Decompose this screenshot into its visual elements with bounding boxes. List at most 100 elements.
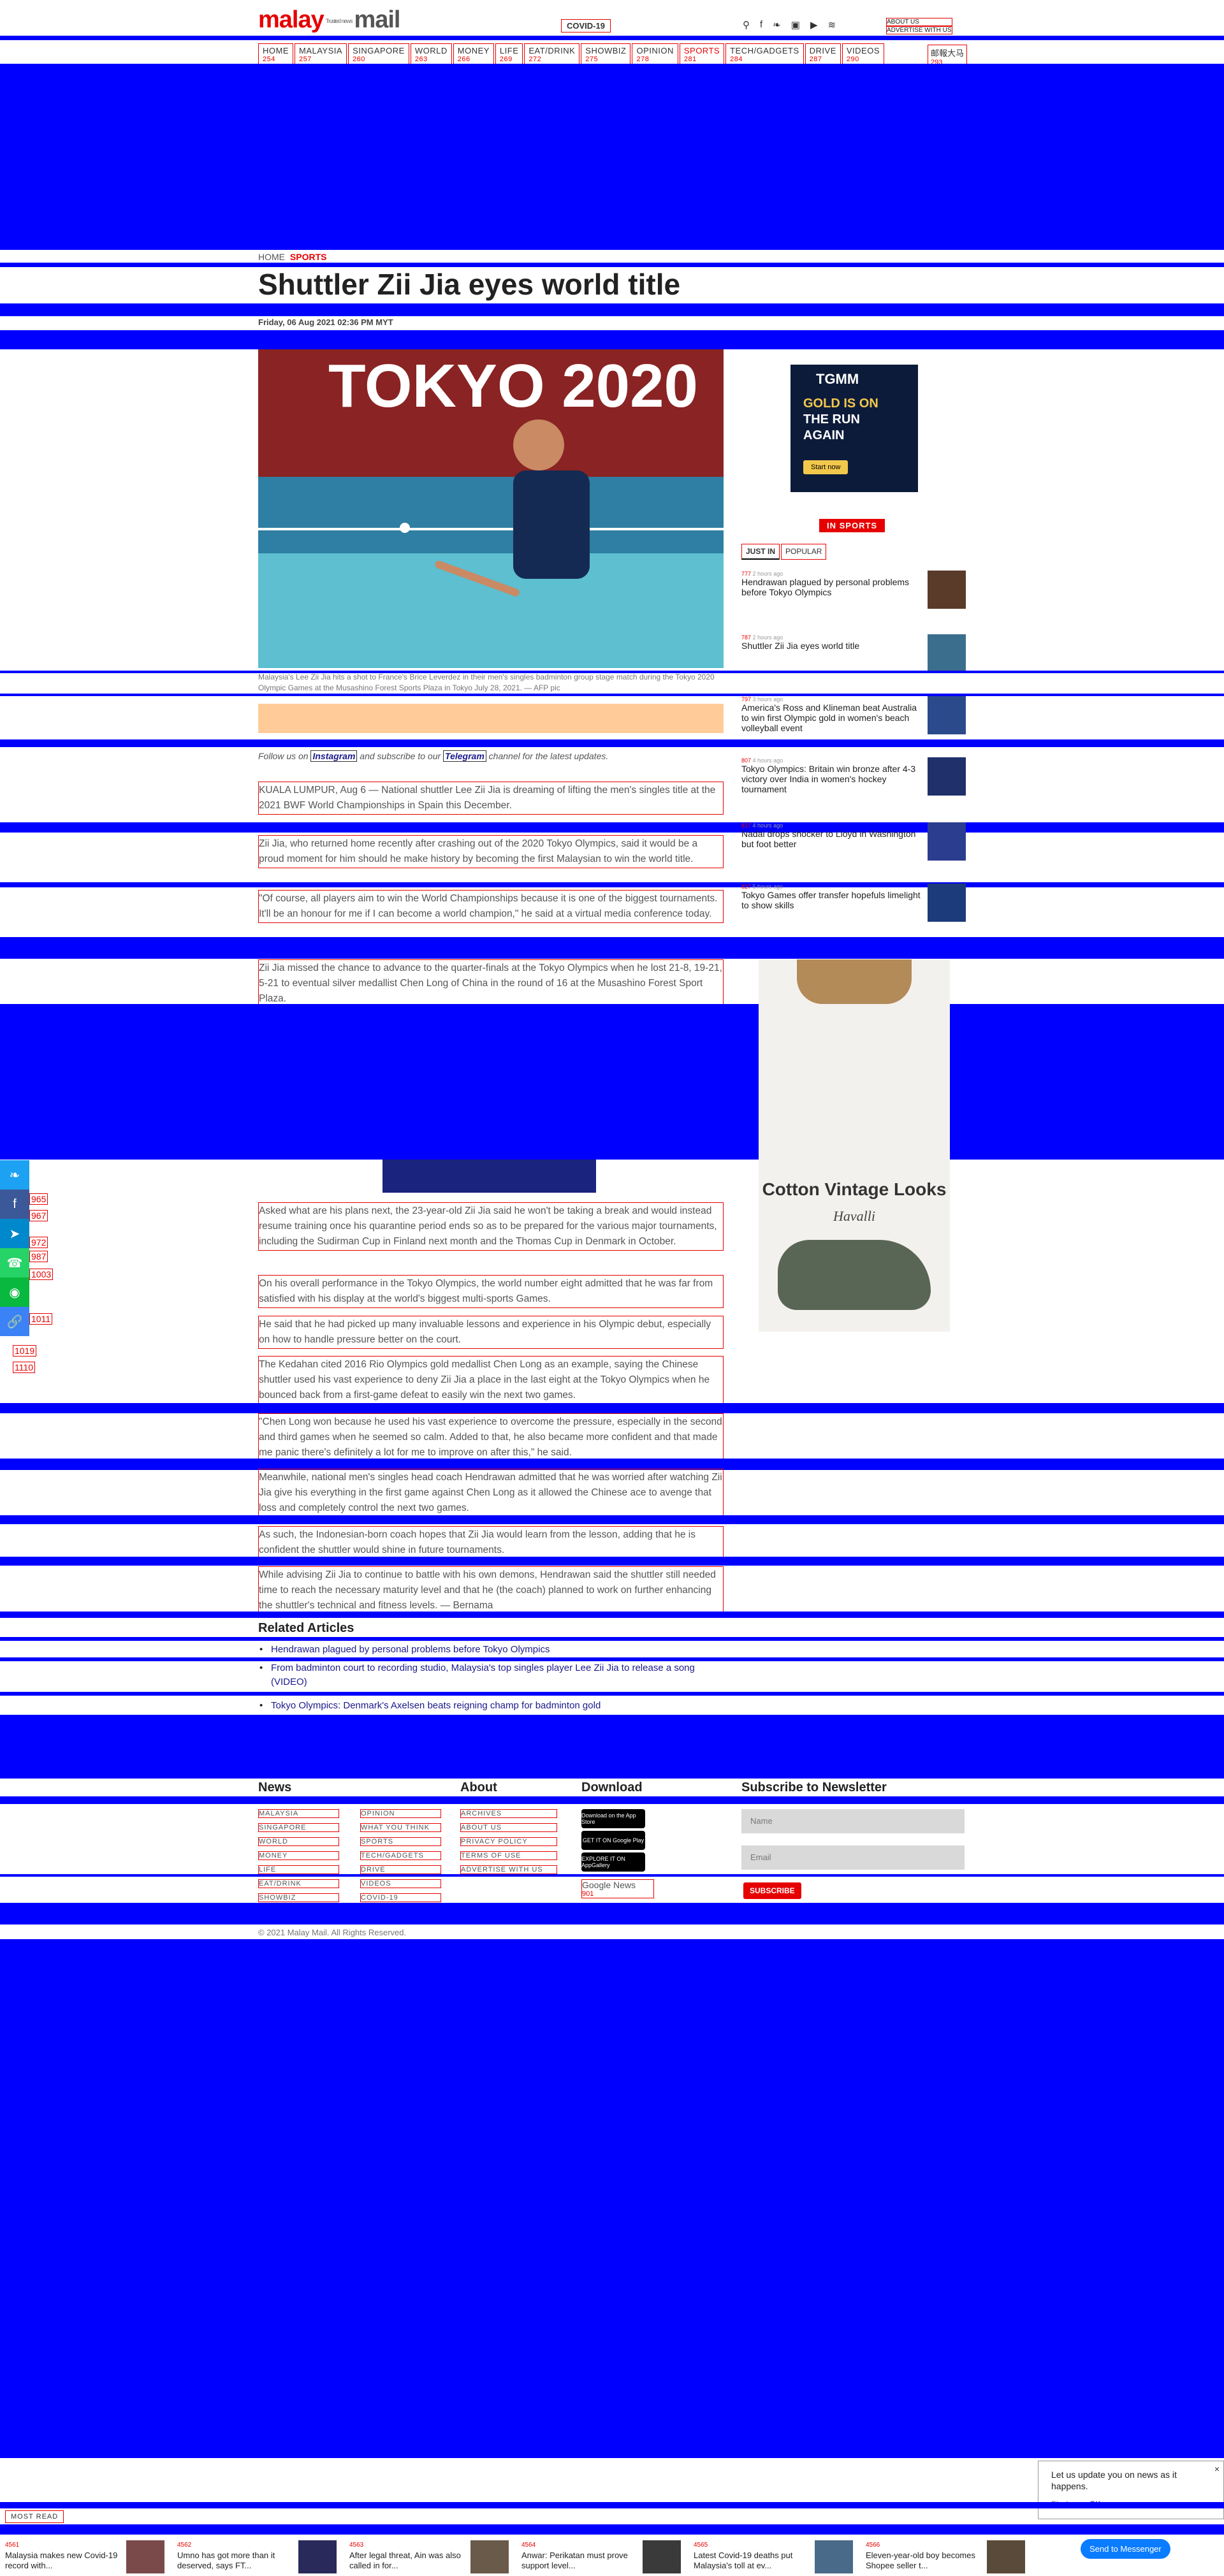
share-facebook-icon[interactable]: f xyxy=(0,1190,29,1219)
footer-link[interactable]: DRIVE xyxy=(360,1865,441,1874)
send-to-messenger-button[interactable]: Send to Messenger xyxy=(1081,2539,1170,2559)
nav-malaysia[interactable]: MALAYSIA 257 xyxy=(295,43,347,66)
mid-ad-banner[interactable] xyxy=(382,1160,596,1193)
popup-close-icon[interactable]: × xyxy=(1214,2464,1220,2474)
footer-link[interactable]: SINGAPORE xyxy=(258,1823,339,1832)
search-icon[interactable]: ⚲ xyxy=(743,19,750,31)
header-about-links: ABOUT US ADVERTISE WITH US xyxy=(886,18,952,34)
share-copy-link-icon[interactable]: 🔗 xyxy=(0,1307,29,1336)
sidebar-story[interactable]: 787 2 hours ago Shuttler Zii Jia eyes wo… xyxy=(741,634,966,673)
nav-singapore[interactable]: SINGAPORE 260 xyxy=(348,43,409,66)
youtube-icon[interactable]: ▶ xyxy=(810,19,818,31)
sidebar-story[interactable]: 777 2 hours ago Hendrawan plagued by per… xyxy=(741,571,966,609)
nav-eat-drink[interactable]: EAT/DRINK 272 xyxy=(524,43,580,66)
subscribe-button[interactable]: SUBSCRIBE xyxy=(743,1882,801,1899)
newsletter-name-field[interactable]: Name xyxy=(741,1809,965,1833)
breadcrumb: HOME SPORTS xyxy=(258,252,326,262)
nav-drive[interactable]: DRIVE 287 xyxy=(805,43,841,66)
sidebar-story[interactable]: 827 5 hours ago Tokyo Games offer transf… xyxy=(741,884,966,922)
footer-link[interactable]: MONEY xyxy=(258,1851,339,1860)
article-paragraph: Zii Jia, who returned home recently afte… xyxy=(258,835,724,868)
sidebar-story[interactable]: 817 4 hours ago Nadal drops shocker to L… xyxy=(741,822,966,861)
footer-link[interactable]: WORLD xyxy=(258,1837,339,1846)
instagram-icon[interactable]: ▣ xyxy=(791,19,800,31)
footer-link[interactable]: COVID-19 xyxy=(360,1893,441,1902)
footer-bottom-overlay xyxy=(0,1903,1224,1925)
most-read-item[interactable]: 4566 Eleven-year-old boy becomes Shopee … xyxy=(866,2540,1033,2573)
share-twitter-icon[interactable]: ❧ xyxy=(0,1160,29,1190)
rss-icon[interactable]: ≋ xyxy=(827,19,836,31)
sidebar-ad-tgmm[interactable]: TGMM GOLD IS ON THE RUN AGAIN Start now xyxy=(790,365,918,492)
tab-just-in[interactable]: JUST IN xyxy=(741,544,780,560)
share-whatsapp-icon[interactable]: ☎ xyxy=(0,1248,29,1277)
story-thumbnail xyxy=(928,822,966,861)
nav-videos[interactable]: VIDEOS 290 xyxy=(841,43,885,66)
facebook-icon[interactable]: f xyxy=(760,19,762,31)
covid-19-button[interactable]: COVID-19 xyxy=(561,19,611,33)
footer-link[interactable]: VIDEOS xyxy=(360,1879,441,1888)
about-us-link[interactable]: ABOUT US xyxy=(886,18,952,26)
footer-link[interactable]: ADVERTISE WITH US xyxy=(460,1865,557,1874)
google-play-badge[interactable]: GET IT ON Google Play xyxy=(581,1831,645,1850)
nav-showbiz[interactable]: SHOWBIZ 275 xyxy=(581,43,631,66)
telegram-link[interactable]: Telegram xyxy=(443,750,486,762)
app-store-badge[interactable]: Download on the App Store xyxy=(581,1809,645,1828)
article-paragraph: On his overall performance in the Tokyo … xyxy=(258,1275,724,1308)
most-read-thumbnail xyxy=(643,2540,681,2573)
related-article-link[interactable]: Tokyo Olympics: Denmark's Axelsen beats … xyxy=(259,1699,601,1713)
footer-link[interactable]: WHAT YOU THINK xyxy=(360,1823,441,1832)
footer-link[interactable]: TERMS OF USE xyxy=(460,1851,557,1860)
breadcrumb-section[interactable]: SPORTS xyxy=(290,252,327,262)
footer-subscribe-title: Subscribe to Newsletter xyxy=(741,1780,887,1794)
share-wechat-icon[interactable]: ◉ xyxy=(0,1277,29,1307)
story-thumbnail xyxy=(928,571,966,609)
article-paragraph: Meanwhile, national men's singles head c… xyxy=(258,1469,724,1517)
footer-link[interactable]: OPINION xyxy=(360,1809,441,1818)
footer-link[interactable]: EAT/DRINK xyxy=(258,1879,339,1888)
footer-link[interactable]: SPORTS xyxy=(360,1837,441,1846)
most-read-item[interactable]: 4561 Malaysia makes new Covid-19 record … xyxy=(5,2540,172,2573)
nav-life[interactable]: LIFE 269 xyxy=(495,43,523,66)
nav-sports[interactable]: SPORTS 281 xyxy=(679,43,725,66)
footer-link[interactable]: ABOUT US xyxy=(460,1823,557,1832)
related-article-link[interactable]: Hendrawan plagued by personal problems b… xyxy=(259,1643,550,1657)
article-paragraph: "Chen Long won because he used his vast … xyxy=(258,1413,724,1462)
nav-home[interactable]: HOME 254 xyxy=(258,43,293,66)
footer-link[interactable]: LIFE xyxy=(258,1865,339,1874)
most-read-item[interactable]: 4564 Anwar: Perikatan must prove support… xyxy=(521,2540,688,2573)
google-news-link[interactable]: Google News 901 xyxy=(581,1879,654,1898)
breadcrumb-home[interactable]: HOME xyxy=(258,252,285,262)
most-read-thumbnail xyxy=(470,2540,509,2573)
nav-money[interactable]: MONEY 266 xyxy=(453,43,494,66)
most-read-item[interactable]: 4562 Umno has got more than it deserved,… xyxy=(177,2540,344,2573)
sidebar-ad-shoes[interactable]: Cotton Vintage Looks Havalli xyxy=(759,959,950,1332)
most-read-item[interactable]: 4563 After legal threat, Ain was also ca… xyxy=(349,2540,516,2573)
sidebar-story[interactable]: 807 4 hours ago Tokyo Olympics: Britain … xyxy=(741,757,966,796)
shoe-image xyxy=(778,1240,931,1310)
instagram-link[interactable]: Instagram xyxy=(310,750,358,762)
footer-link[interactable]: PRIVACY POLICY xyxy=(460,1837,557,1846)
footer-link[interactable]: SHOWBIZ xyxy=(258,1893,339,1902)
tab-popular[interactable]: POPULAR xyxy=(781,544,827,560)
article-date: Friday, 06 Aug 2021 02:36 PM MYT xyxy=(258,317,393,327)
malaymail-logo[interactable]: malay Trusted newsmail xyxy=(258,6,401,34)
footer-link[interactable]: ARCHIVES xyxy=(460,1809,557,1818)
related-article-link[interactable]: From badminton court to recording studio… xyxy=(259,1661,717,1689)
twitter-icon[interactable]: ❧ xyxy=(773,19,781,31)
article-paragraph: Zii Jia missed the chance to advance to … xyxy=(258,959,724,1008)
most-read-item[interactable]: 4565 Latest Covid-19 deaths put Malaysia… xyxy=(694,2540,861,2573)
nav-opinion[interactable]: OPINION 278 xyxy=(632,43,678,66)
nav-world[interactable]: WORLD 263 xyxy=(410,43,452,66)
follow-us-line: Follow us on Instagram and subscribe to … xyxy=(258,750,609,762)
share-telegram-icon[interactable]: ➤ xyxy=(0,1219,29,1248)
footer-ad-overlay xyxy=(0,1715,1224,1779)
advertise-link[interactable]: ADVERTISE WITH US xyxy=(886,26,952,34)
newsletter-email-field[interactable]: Email xyxy=(741,1845,965,1870)
article-paragraph: He said that he had picked up many inval… xyxy=(258,1316,724,1349)
footer-link[interactable]: TECH/GADGETS xyxy=(360,1851,441,1860)
app-gallery-badge[interactable]: EXPLORE IT ON AppGallery xyxy=(581,1852,645,1872)
story-thumbnail xyxy=(928,757,966,796)
sidebar-story[interactable]: 797 3 hours ago America's Ross and Kline… xyxy=(741,696,966,734)
nav-tech-gadgets[interactable]: TECH/GADGETS 284 xyxy=(725,43,804,66)
footer-link[interactable]: MALAYSIA xyxy=(258,1809,339,1818)
